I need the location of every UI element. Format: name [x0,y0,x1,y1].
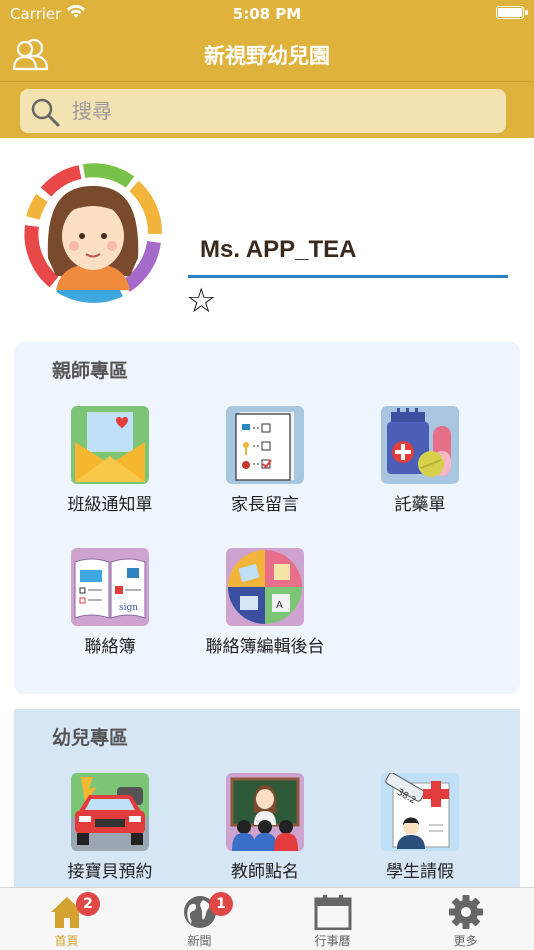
tile-label: 接寶貝預約 [67,862,153,882]
clock: 5:08 PM [232,5,302,23]
tile-medicine[interactable]: 託藥單 [345,406,495,518]
contact-book-icon: sign [71,548,149,626]
page-title: 新視野幼兒園 [204,44,330,68]
notification-badge: 2 [76,892,100,916]
tab-home[interactable]: 2 首頁 [0,888,133,950]
search-input[interactable] [72,95,492,127]
search-icon [31,98,60,127]
tab-bar: 2 首頁 1 新聞 行事曆 更多 [0,887,534,950]
notice-envelope-icon [71,406,149,484]
battery-icon [496,6,528,19]
search-bar [0,82,534,138]
tile-teacher-rollcall[interactable]: 教師點名 [190,773,340,885]
tab-label: 行事曆 [314,934,351,948]
tile-label: 學生請假 [386,862,454,882]
calendar-icon [314,895,352,930]
section-parent-teacher: 親師專區 班級通知單 家長留言 託藥單 sign 聯絡簿 A 聯絡簿編輯後台 [14,342,520,694]
tile-contact-book[interactable]: sign 聯絡簿 [35,548,185,660]
nav-bar: 新視野幼兒園 [0,28,534,82]
student-leave-icon: 38.2 [381,773,459,851]
svg-text:A: A [276,600,283,611]
section-child: 幼兒專區 接寶貝預約 教師點名 38.2 學生請假 [14,709,520,909]
tile-contact-book-editor[interactable]: A 聯絡簿編輯後台 [190,548,340,660]
name-underline [188,275,508,278]
tab-calendar[interactable]: 行事曆 [266,888,399,950]
tile-pickup-reservation[interactable]: 接寶貝預約 [35,773,185,885]
tile-parent-message[interactable]: 家長留言 [190,406,340,518]
car-pickup-icon [71,773,149,851]
teacher-rollcall-icon [226,773,304,851]
medicine-icon [381,406,459,484]
tile-label: 班級通知單 [67,495,153,515]
user-name: Ms. APP_TEA [200,236,357,263]
svg-text:sign: sign [119,603,138,613]
avatar[interactable] [18,158,168,308]
tile-label: 聯絡簿 [84,637,136,657]
gear-icon [449,895,483,929]
tile-label: 教師點名 [231,862,299,882]
star-outline-icon[interactable]: ☆ [186,284,216,318]
section-title: 幼兒專區 [52,727,129,749]
checklist-icon [226,406,304,484]
tab-more[interactable]: 更多 [399,888,532,950]
tab-label: 新聞 [187,934,212,948]
notification-badge: 1 [209,892,233,916]
tile-class-notice[interactable]: 班級通知單 [35,406,185,518]
tab-news[interactable]: 1 新聞 [133,888,266,950]
status-bar: Carrier 5:08 PM [0,0,534,28]
tile-label: 託藥單 [394,495,446,515]
tile-label: 家長留言 [231,495,299,515]
search-box[interactable] [20,89,506,133]
section-title: 親師專區 [52,360,129,382]
tab-label: 首頁 [54,934,79,948]
tile-student-leave[interactable]: 38.2 學生請假 [345,773,495,885]
editor-backend-icon: A [226,548,304,626]
tab-label: 更多 [453,934,478,948]
tile-label: 聯絡簿編輯後台 [205,637,325,657]
